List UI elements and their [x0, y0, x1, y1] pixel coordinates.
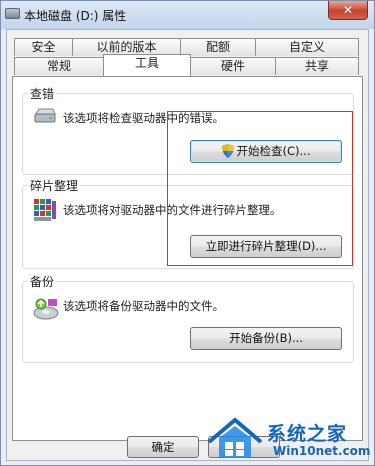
defrag-label: 碎片整理 [28, 177, 81, 194]
tab-row-bottom: 常规 工具 硬件 共享 [7, 54, 368, 76]
drive-icon [5, 8, 20, 19]
defrag-now-button[interactable]: 立即进行碎片整理(D)... [190, 235, 342, 258]
error-check-description: 该选项将检查驱动器中的错误。 [63, 111, 224, 125]
tab-security[interactable]: 安全 [14, 38, 73, 56]
dialog-body: 安全 以前的版本 配额 自定义 常规 工具 硬件 共享 查错 该选项将检查驱动器… [6, 29, 369, 461]
watermark-name: 系统之家 [267, 423, 348, 445]
tab-sharing[interactable]: 共享 [275, 57, 359, 75]
tab-tools[interactable]: 工具 [103, 54, 191, 76]
hard-drive-icon [33, 108, 57, 127]
close-button[interactable]: ✕ [328, 1, 368, 20]
backup-label: 备份 [28, 273, 57, 290]
uac-shield-icon [221, 144, 234, 165]
window-title: 本地磁盘 (D:) 属性 [24, 9, 127, 23]
properties-window: 本地磁盘 (D:) 属性 ✕ 安全 以前的版本 配额 自定义 常规 工具 硬件 … [0, 0, 375, 466]
tab-hardware[interactable]: 硬件 [190, 57, 276, 75]
defrag-group: 碎片整理 该选项将对驱动器中的文件进行碎片整理。 立即进行碎片整理(D)... [22, 177, 354, 269]
tools-panel: 查错 该选项将检查驱动器中的错误。 开始检查(C)... 碎片整理 该选项将对驱… [12, 76, 363, 441]
error-check-label: 查错 [28, 85, 57, 102]
defrag-icon [33, 197, 57, 226]
backup-group: 备份 该选项将备份驱动器中的文件。 开始备份(B)... [22, 273, 354, 363]
ok-button[interactable]: 确定 [127, 436, 199, 458]
start-backup-button[interactable]: 开始备份(B)... [190, 327, 342, 350]
house-logo-icon [207, 417, 263, 458]
defrag-description: 该选项将对驱动器中的文件进行碎片整理。 [63, 203, 282, 217]
tab-customize[interactable]: 自定义 [255, 38, 359, 56]
watermark-url: Win10net.com [273, 444, 371, 458]
tab-quota[interactable]: 配额 [180, 38, 256, 56]
error-check-group: 查错 该选项将检查驱动器中的错误。 开始检查(C)... [22, 85, 354, 175]
backup-description: 该选项将备份驱动器中的文件。 [63, 299, 224, 313]
title-bar[interactable]: 本地磁盘 (D:) 属性 ✕ [1, 1, 374, 29]
backup-icon [33, 298, 59, 323]
start-check-label: 开始检查(C)... [236, 144, 311, 158]
tab-general[interactable]: 常规 [14, 57, 104, 75]
start-check-button[interactable]: 开始检查(C)... [190, 140, 342, 163]
watermark: 系统之家 Win10net.com [205, 410, 375, 466]
